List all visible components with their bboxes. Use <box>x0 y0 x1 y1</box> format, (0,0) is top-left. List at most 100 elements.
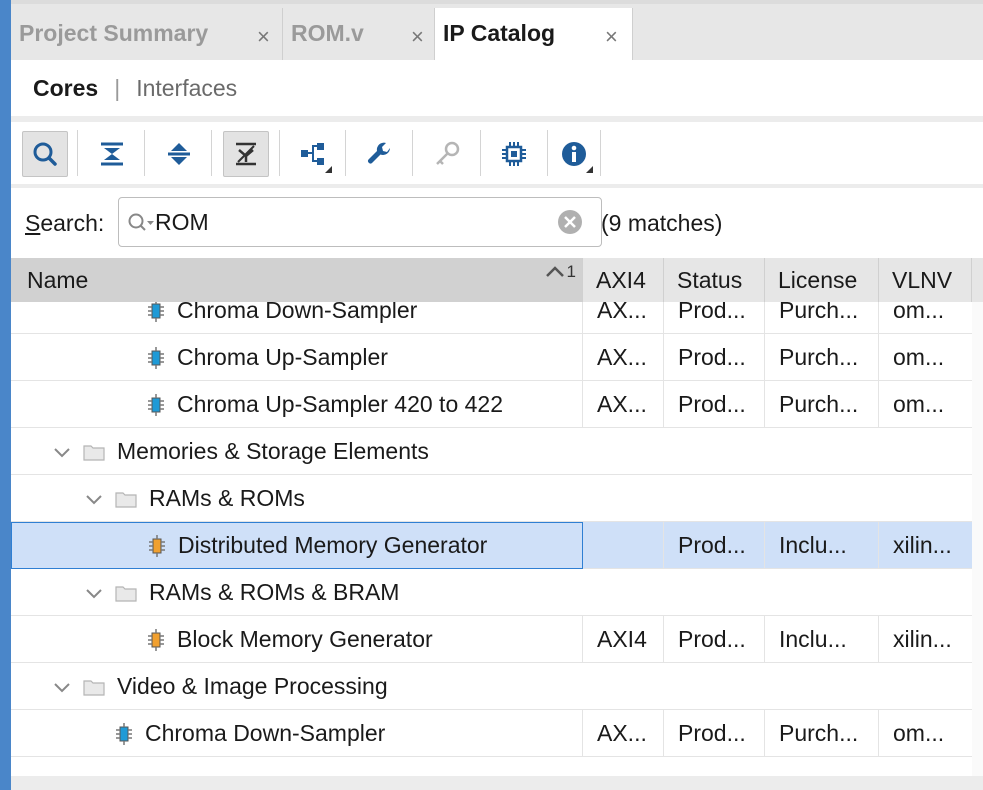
column-header-vlnv[interactable]: VLNV <box>879 258 972 302</box>
table-row[interactable]: Chroma Down-Sampler AX... Prod... Purch... o… <box>11 302 972 334</box>
info-icon <box>562 142 586 166</box>
chip-icon <box>502 142 526 166</box>
chevron-down-icon[interactable] <box>51 441 73 463</box>
name-cell: Distributed Memory Generator <box>11 522 583 569</box>
table-row[interactable]: Chroma Down-Sampler AX... Prod... Purch... o… <box>11 710 972 757</box>
tab-cores[interactable]: Cores <box>33 75 98 102</box>
chevron-down-icon[interactable] <box>83 582 105 604</box>
ip-tree-table: Chroma Down-Sampler AX... Prod... Purch... o… <box>11 302 983 776</box>
status-cell: Prod... <box>664 381 765 428</box>
search-label: Search: <box>25 210 105 236</box>
tab-ip-catalog[interactable]: IP Catalog × <box>435 8 633 64</box>
row-label: Video & Image Processing <box>117 673 388 699</box>
folder-icon <box>115 491 137 508</box>
hierarchy-button[interactable] <box>290 131 336 177</box>
column-header-axi4[interactable]: AXI4 <box>583 258 664 302</box>
clear-search-icon[interactable] <box>557 209 583 235</box>
table-row[interactable]: Chroma Up-Sampler 420 to 422 AX... Prod...… <box>11 381 972 428</box>
search-bar: Search: (9 matches) <box>11 188 983 258</box>
toolbar-separator <box>345 130 346 176</box>
ip-core-icon <box>148 628 164 651</box>
row-label: RAMs & ROMs <box>149 485 305 511</box>
row-label: Chroma Down-Sampler <box>177 302 418 323</box>
axi4-cell <box>583 522 664 569</box>
tab-interfaces[interactable]: Interfaces <box>136 75 237 102</box>
chevron-down-icon[interactable] <box>51 676 73 698</box>
axi4-cell: AX... <box>583 334 664 381</box>
vlnv-cell: xilin... <box>893 532 952 558</box>
folder-icon <box>83 679 105 696</box>
dropdown-indicator-icon <box>586 166 593 173</box>
column-header-status[interactable]: Status <box>664 258 765 302</box>
axi4-cell: AX... <box>583 381 664 428</box>
toolbar-separator <box>279 130 280 176</box>
toolbar-separator <box>77 130 78 176</box>
table-row[interactable]: Chroma Up-Sampler AX... Prod... Purch... om.… <box>11 334 972 381</box>
settings-button[interactable] <box>357 131 403 177</box>
ip-core-icon <box>149 534 165 557</box>
toolbar-separator <box>211 130 212 176</box>
vlnv-cell: om... <box>893 302 945 323</box>
status-cell: Prod... <box>664 710 765 757</box>
info-button[interactable] <box>551 131 597 177</box>
axi4-cell: AXI4 <box>583 616 664 663</box>
search-field[interactable] <box>118 197 602 247</box>
tree-group-row[interactable]: RAMs & ROMs & BRAM <box>11 569 972 616</box>
key-icon <box>436 141 460 165</box>
filter-button[interactable] <box>223 131 269 177</box>
axi4-cell: AX... <box>583 302 664 334</box>
search-input[interactable] <box>155 198 555 246</box>
wrench-icon <box>368 142 390 164</box>
toolbar-separator <box>600 130 601 176</box>
tab-project-summary[interactable]: Project Summary × <box>11 8 283 64</box>
tab-rom-v[interactable]: ROM.v × <box>283 8 435 64</box>
hierarchy-icon <box>301 143 324 165</box>
column-header-filler <box>972 258 983 302</box>
close-icon[interactable]: × <box>605 24 618 50</box>
horizontal-scrollbar[interactable] <box>11 776 983 790</box>
expand-all-button[interactable] <box>156 131 202 177</box>
name-cell: Block Memory Generator <box>11 616 583 663</box>
ip-core-icon <box>116 722 132 745</box>
chevron-down-icon[interactable] <box>83 488 105 510</box>
vlnv-cell: om... <box>893 344 945 370</box>
vertical-scrollbar[interactable] <box>972 302 983 776</box>
tree-group-row[interactable]: RAMs & ROMs <box>11 475 972 522</box>
license-cell: Purch... <box>765 381 879 428</box>
toolbar-separator <box>144 130 145 176</box>
collapse-all-button[interactable] <box>89 131 135 177</box>
dropdown-indicator-icon <box>325 166 332 173</box>
close-icon[interactable]: × <box>257 24 270 50</box>
toolbar-separator <box>480 130 481 176</box>
expand-all-icon <box>168 143 190 165</box>
column-header-name[interactable]: Name 1 <box>11 258 583 302</box>
customize-ip-button[interactable] <box>491 131 537 177</box>
status-cell: Prod... <box>664 334 765 381</box>
license-button[interactable] <box>424 131 470 177</box>
toolbar-separator <box>412 130 413 176</box>
table-row[interactable]: Distributed Memory Generator Prod... Inclu… <box>11 522 972 569</box>
vlnv-cell: xilin... <box>893 626 952 652</box>
column-header-license[interactable]: License <box>765 258 879 302</box>
row-label: Distributed Memory Generator <box>178 532 488 558</box>
status-cell: Prod... <box>664 616 765 663</box>
vlnv-cell: om... <box>893 391 945 417</box>
table-row[interactable]: Block Memory Generator AXI4 Prod... Inclu..… <box>11 616 972 663</box>
ip-core-icon <box>148 302 164 322</box>
filter-icon <box>236 142 256 166</box>
close-icon[interactable]: × <box>411 24 424 50</box>
row-label: Chroma Down-Sampler <box>145 720 386 746</box>
status-cell: Prod... <box>664 302 765 334</box>
vlnv-cell: om... <box>893 720 945 746</box>
license-cell: Purch... <box>765 302 879 334</box>
tree-group-row[interactable]: Video & Image Processing <box>11 663 972 710</box>
subtab-separator: | <box>114 74 121 101</box>
ip-core-icon <box>148 346 164 369</box>
tree-group-row[interactable]: Memories & Storage Elements <box>11 428 972 475</box>
search-options-icon[interactable] <box>127 211 157 235</box>
license-cell: Purch... <box>765 334 879 381</box>
name-cell: Chroma Up-Sampler <box>11 334 583 381</box>
search-button[interactable] <box>22 131 68 177</box>
editor-tab-bar: Project Summary × ROM.v × IP Catalog × <box>11 0 983 64</box>
window-left-border <box>0 0 11 790</box>
